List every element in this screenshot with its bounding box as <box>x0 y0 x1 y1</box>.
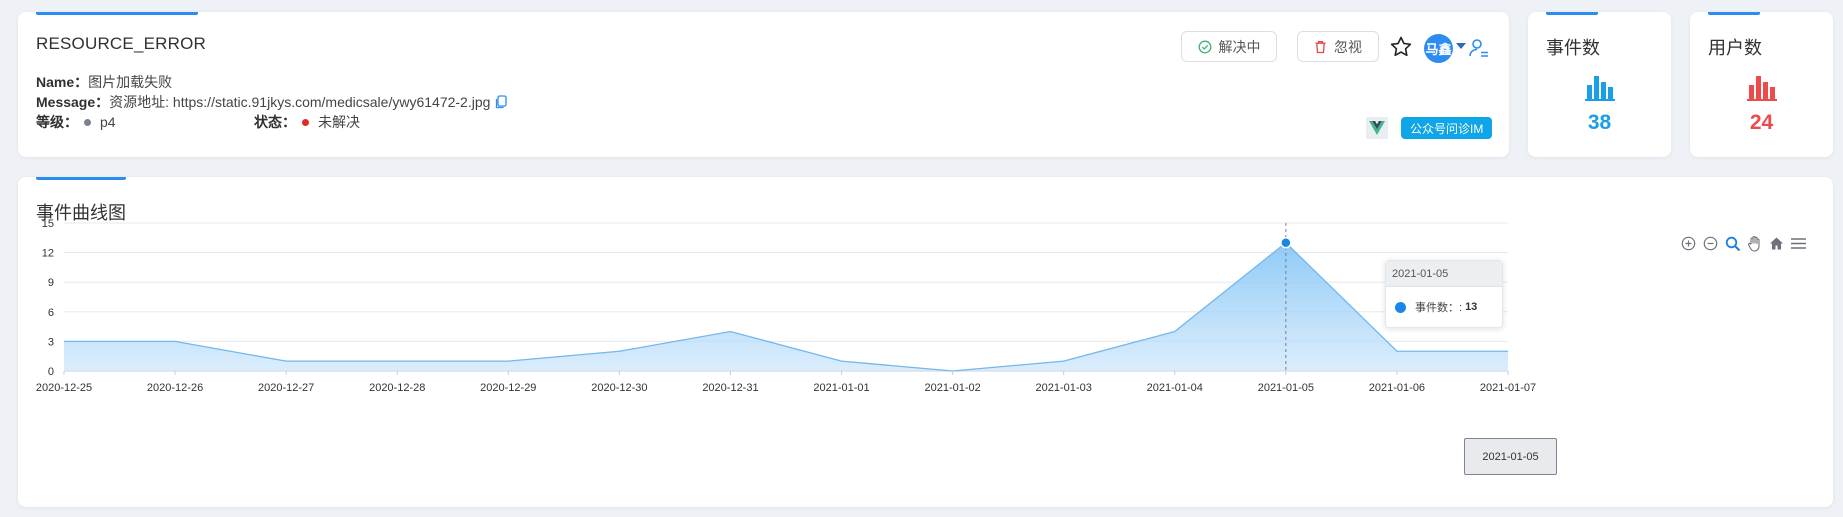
issue-message-label: Message： <box>36 94 110 110</box>
card-accent-bar <box>36 12 198 15</box>
y-tick-label: 15 <box>42 218 54 230</box>
y-tick-label: 3 <box>48 336 54 348</box>
y-tick-label: 6 <box>48 307 54 319</box>
star-icon[interactable] <box>1388 34 1414 60</box>
x-tick-label: 2021-01-07 <box>1480 382 1536 394</box>
resolve-button[interactable]: 解决中 <box>1181 31 1277 62</box>
bar-chart-icon <box>1747 76 1777 101</box>
chart-tooltip: 2021-01-05 事件数：: 13 <box>1385 260 1503 328</box>
event-chart-card: 事件曲线图 0 3 6 9 12 15 2020-12-25 2020-12-26 2020-1… <box>18 177 1833 507</box>
x-tick-label: 2020-12-31 <box>702 382 758 394</box>
issue-status-row: 状态： 未解决 <box>254 112 360 132</box>
event-area-chart[interactable]: 0 3 6 9 12 15 2020-12-25 2020-12-26 2020-12-27 20… <box>18 177 1833 507</box>
chevron-down-icon[interactable] <box>1456 43 1466 49</box>
issue-level-value: p4 <box>100 114 116 130</box>
issue-status-value: 未解决 <box>318 114 360 130</box>
issue-message-value: 资源地址: https://static.91jkys.com/medicsal… <box>109 94 491 110</box>
x-tick-label: 2020-12-29 <box>480 382 536 394</box>
bar-chart-icon <box>1585 76 1615 101</box>
tooltip-label: 事件数：: <box>1415 302 1463 314</box>
resolve-button-label: 解决中 <box>1218 38 1261 55</box>
x-tick-label: 2020-12-26 <box>147 382 203 394</box>
check-circle-icon <box>1198 40 1211 53</box>
user-count-value: 24 <box>1749 111 1774 134</box>
x-tick-label: 2021-01-04 <box>1147 382 1203 394</box>
issue-name-value: 图片加载失败 <box>88 74 173 90</box>
tooltip-series-dot <box>1395 301 1406 313</box>
vue-icon <box>1366 117 1388 139</box>
x-tick-label: 2021-01-06 <box>1369 382 1425 394</box>
issue-type-title: RESOURCE_ERROR <box>36 34 206 53</box>
issue-name-row: Name： 图片加载失败 <box>36 72 172 92</box>
tooltip-value: 13 <box>1465 301 1478 313</box>
user-count-card: 用户数 24 <box>1690 12 1833 157</box>
series-area <box>64 242 1508 371</box>
x-tick-label: 2021-01-05 <box>1258 382 1314 394</box>
x-tick-label: 2020-12-28 <box>369 382 425 394</box>
user-assign-icon[interactable] <box>1467 36 1491 60</box>
user-count-label: 用户数 <box>1708 38 1762 58</box>
event-count-label: 事件数 <box>1546 38 1600 58</box>
card-accent-bar <box>1546 12 1598 15</box>
event-count-card: 事件数 38 <box>1528 12 1671 157</box>
assignee-avatar[interactable]: 马鑫 <box>1424 34 1453 63</box>
x-tick-label: 2020-12-25 <box>36 382 92 394</box>
issue-level-row: 等级： p4 <box>36 112 116 132</box>
issue-message-row: Message： 资源地址: https://static.91jkys.com… <box>36 92 508 112</box>
x-tick-label: 2020-12-30 <box>591 382 647 394</box>
crosshair-x-label: 2021-01-05 <box>1464 438 1557 475</box>
tooltip-row: 事件数：: 13 <box>1386 287 1502 315</box>
y-tick-label: 0 <box>48 366 54 378</box>
issue-name-label: Name： <box>36 74 89 90</box>
copy-icon[interactable] <box>495 95 508 109</box>
project-tag: 公众号问诊IM <box>1401 117 1493 139</box>
x-tick-label: 2021-01-02 <box>924 382 980 394</box>
x-tick-label: 2021-01-01 <box>813 382 869 394</box>
ignore-button-label: 忽视 <box>1334 38 1362 55</box>
issue-card: RESOURCE_ERROR Name： 图片加载失败 Message： 资源地… <box>18 12 1509 157</box>
y-tick-label: 12 <box>42 248 54 260</box>
data-point-marker <box>1280 236 1292 249</box>
issue-level-label: 等级： <box>36 114 78 130</box>
status-dot <box>302 118 309 126</box>
tooltip-date: 2021-01-05 <box>1386 261 1502 287</box>
issue-status-label: 状态： <box>254 114 296 130</box>
x-tick-label: 2020-12-27 <box>258 382 314 394</box>
ignore-button[interactable]: 忽视 <box>1297 31 1379 62</box>
y-tick-label: 9 <box>48 277 54 289</box>
event-count-value: 38 <box>1587 111 1612 134</box>
x-tick-label: 2021-01-03 <box>1036 382 1092 394</box>
level-dot <box>84 118 91 126</box>
card-accent-bar <box>1708 12 1760 15</box>
trash-icon <box>1315 40 1326 53</box>
